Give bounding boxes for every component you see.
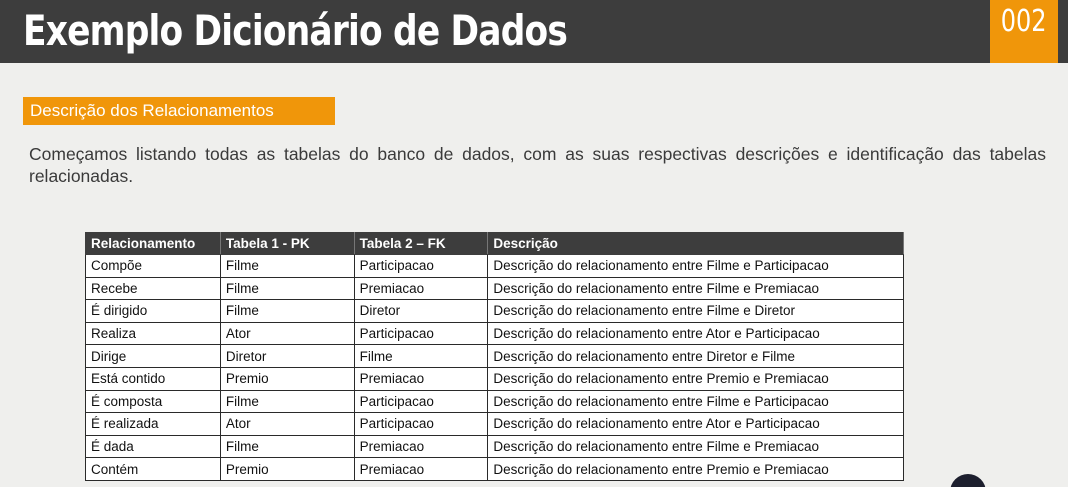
intro-paragraph: Começamos listando todas as tabelas do b…: [29, 144, 1046, 186]
cell-relacionamento: Está contido: [85, 366, 221, 391]
cell-relacionamento: Recebe: [85, 276, 221, 301]
cell-descricao: Descrição do relacionamento entre Ator e…: [487, 321, 904, 346]
cell-tabela2: Filme: [353, 344, 489, 368]
table-row: Está contido Premio Premiacao Descrição do …: [85, 366, 904, 391]
table-row: É realizada Ator Participacao Descrição do …: [85, 412, 904, 436]
cell-tabela2: Premiacao: [353, 457, 489, 481]
table-row: É dada Filme Premiacao Descrição do relacio…: [85, 434, 904, 459]
cell-tabela2: Participacao: [353, 321, 489, 346]
cell-relacionamento: É composta: [85, 389, 221, 414]
cell-tabela2: Participacao: [353, 254, 489, 278]
cell-descricao: Descrição do relacionamento entre Direto…: [487, 344, 904, 368]
table-row: Realiza Ator Participacao Descrição do rela…: [85, 321, 904, 346]
cell-tabela1: Ator: [219, 321, 355, 346]
table-row: Recebe Filme Premiacao Descrição do relacio…: [85, 276, 904, 301]
column-header-descricao: Descrição: [487, 232, 904, 255]
table-row: Contém Premio Premiacao Descrição do relaci…: [85, 457, 904, 481]
cell-relacionamento: É realizada: [85, 412, 221, 436]
cell-tabela1: Filme: [219, 389, 355, 414]
table-row: Compõe Filme Participacao Descrição do rela…: [85, 254, 904, 278]
column-header-tabela1: Tabela 1 - PK: [219, 232, 355, 255]
table-header-row: Relacionamento Tabela 1 - PK Tabela 2 – …: [85, 232, 904, 255]
cell-tabela2: Premiacao: [353, 366, 489, 391]
cell-tabela1: Ator: [219, 412, 355, 436]
cell-tabela1: Premio: [219, 366, 355, 391]
cell-tabela1: Filme: [219, 254, 355, 278]
cell-descricao: Descrição do relacionamento entre Premio…: [487, 457, 904, 481]
cell-tabela2: Premiacao: [353, 434, 489, 459]
cell-descricao: Descrição do relacionamento entre Ator e…: [487, 412, 904, 436]
cell-relacionamento: É dirigido: [85, 299, 221, 323]
slide-header: Exemplo Dicionário de Dados: [0, 0, 1068, 63]
cell-tabela1: Premio: [219, 457, 355, 481]
cell-relacionamento: É dada: [85, 434, 221, 459]
cell-tabela2: Diretor: [353, 299, 489, 323]
cell-tabela1: Filme: [219, 299, 355, 323]
section-label: Descrição dos Relacionamentos: [23, 97, 335, 125]
cell-descricao: Descrição do relacionamento entre Filme …: [487, 434, 904, 459]
table-row: É dirigido Filme Diretor Descrição do relac…: [85, 299, 904, 323]
slide-title: Exemplo Dicionário de Dados: [23, 6, 568, 55]
table-row: Dirige Diretor Filme Descrição do relaciona…: [85, 344, 904, 368]
cell-tabela1: Filme: [219, 434, 355, 459]
table-row: É composta Filme Participacao Descrição do …: [85, 389, 904, 414]
slide-number: 002: [1001, 4, 1047, 39]
cell-descricao: Descrição do relacionamento entre Filme …: [487, 276, 904, 301]
table-body: Compõe Filme Participacao Descrição do rela…: [85, 254, 904, 481]
cell-relacionamento: Realiza: [85, 321, 221, 346]
cell-tabela1: Filme: [219, 276, 355, 301]
slide-number-badge: 002: [990, 0, 1058, 63]
cell-descricao: Descrição do relacionamento entre Filme …: [487, 299, 904, 323]
presenter-avatar: [950, 474, 986, 487]
relationships-table: Relacionamento Tabela 1 - PK Tabela 2 – …: [85, 232, 904, 481]
cell-descricao: Descrição do relacionamento entre Premio…: [487, 366, 904, 391]
cell-tabela1: Diretor: [219, 344, 355, 368]
column-header-tabela2: Tabela 2 – FK: [353, 232, 489, 255]
cell-relacionamento: Dirige: [85, 344, 221, 368]
cell-tabela2: Participacao: [353, 389, 489, 414]
cell-tabela2: Participacao: [353, 412, 489, 436]
cell-relacionamento: Compõe: [85, 254, 221, 278]
column-header-relacionamento: Relacionamento: [85, 232, 221, 255]
cell-descricao: Descrição do relacionamento entre Filme …: [487, 254, 904, 278]
cell-tabela2: Premiacao: [353, 276, 489, 301]
cell-descricao: Descrição do relacionamento entre Filme …: [487, 389, 904, 414]
cell-relacionamento: Contém: [85, 457, 221, 481]
